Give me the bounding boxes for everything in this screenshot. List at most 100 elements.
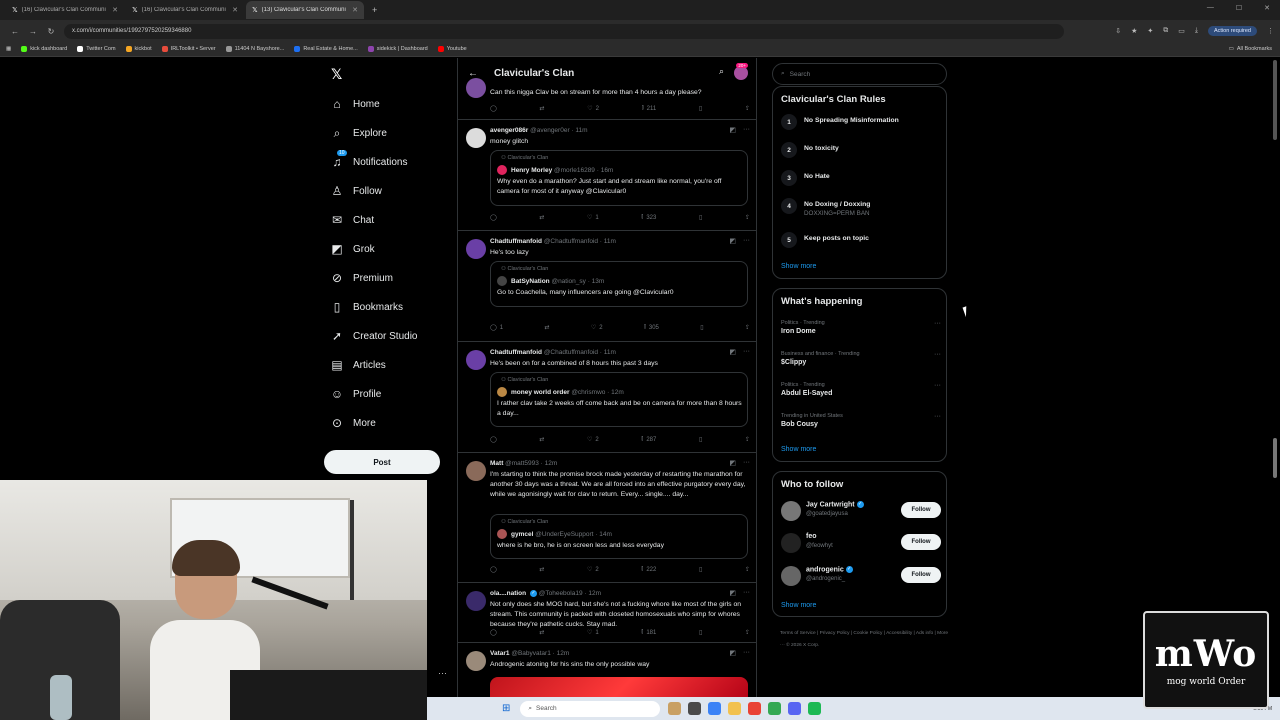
bookmark-item[interactable]: Youtube <box>437 46 467 52</box>
show-more-link[interactable]: Show more <box>781 263 816 270</box>
bookmark-item[interactable]: sidekick | Dashboard <box>367 46 428 52</box>
views-button[interactable]: ⫾ 305 <box>644 324 659 331</box>
x-logo-icon[interactable]: 𝕏 <box>331 66 342 83</box>
show-more-link[interactable]: Show more <box>781 446 816 453</box>
avatar[interactable] <box>781 566 801 586</box>
more-options-icon[interactable]: ··· <box>934 413 941 420</box>
footer-links[interactable]: Terms of Service | Privacy Policy | Cook… <box>780 628 950 652</box>
grok-icon[interactable]: ◩ <box>729 126 736 134</box>
more-options-icon[interactable]: ··· <box>438 668 447 678</box>
follow-suggestion[interactable]: Jay Cartwright ✓ @goatedjayusa Follow <box>781 499 941 523</box>
browser-tab[interactable]: 𝕏 (16) Clavicular's Clan Communi ✕ <box>126 1 244 19</box>
post-button[interactable]: Post <box>324 450 440 474</box>
install-icon[interactable]: ⇩ <box>1115 27 1121 35</box>
more-options-icon[interactable]: ··· <box>934 382 941 389</box>
repost-button[interactable]: ⇄ <box>539 566 544 573</box>
nav-explore[interactable]: ⌕ Explore <box>330 122 387 144</box>
like-button[interactable]: ♡ 1 <box>587 214 599 222</box>
like-button[interactable]: ♡ 2 <box>587 566 599 574</box>
browser-tab[interactable]: 𝕏 (16) Clavicular's Clan Communi ✕ <box>6 1 124 19</box>
windows-start-icon[interactable]: ⊞ <box>502 703 510 714</box>
url-input[interactable]: x.com/i/communities/1992797520259346880 <box>64 23 1064 39</box>
nav-bookmarks[interactable]: ▯ Bookmarks <box>330 296 403 318</box>
tweet-media-image[interactable] <box>490 677 748 698</box>
like-button[interactable]: ♡ 2 <box>587 436 599 444</box>
tweet[interactable]: avenger086r @avenger0er · 11m ◩ ··· mone… <box>458 120 756 231</box>
download-icon[interactable]: ⤓ <box>1195 27 1198 35</box>
share-button[interactable]: ⇪ <box>745 566 750 573</box>
repost-button[interactable]: ⇄ <box>539 629 544 636</box>
bookmark-item[interactable]: IRLToolkit • Server <box>161 46 216 52</box>
discord-icon[interactable] <box>788 702 802 715</box>
share-button[interactable]: ⇪ <box>745 105 750 112</box>
bookmark-button[interactable]: ▯ <box>699 629 702 636</box>
bookmark-item[interactable]: kickbot <box>125 46 152 52</box>
more-options-icon[interactable]: ··· <box>743 589 750 596</box>
star-icon[interactable]: ★ <box>1131 27 1137 35</box>
more-options-icon[interactable]: ··· <box>743 649 750 656</box>
show-more-link[interactable]: Show more <box>781 602 816 609</box>
views-button[interactable]: ⫾ 211 <box>642 105 657 112</box>
views-button[interactable]: ⫾ 287 <box>641 436 656 443</box>
bookmark-item[interactable]: Twitter Com <box>77 46 116 52</box>
nav-home[interactable]: ⌂ Home <box>330 93 379 115</box>
quote-tweet[interactable]: ⚇ Clavicular's Clan money world order @c… <box>490 372 748 427</box>
search-input[interactable]: ⌕ Search <box>772 63 947 85</box>
folder-icon[interactable] <box>728 702 742 715</box>
more-options-icon[interactable]: ··· <box>934 351 941 358</box>
quote-tweet[interactable]: ⚇ Clavicular's Clan BatSyNation @nation_… <box>490 261 748 307</box>
bookmark-button[interactable]: ▯ <box>699 214 702 221</box>
like-button[interactable]: ♡ 2 <box>587 105 599 113</box>
back-arrow-icon[interactable]: ← <box>468 68 478 79</box>
bookmark-item[interactable]: kick dashboard <box>21 46 67 52</box>
action-required-button[interactable]: Action required <box>1208 26 1257 36</box>
repost-button[interactable]: ⇄ <box>539 105 544 112</box>
forward-icon[interactable]: → <box>24 27 42 36</box>
views-button[interactable]: ⫾ 181 <box>641 629 656 636</box>
views-button[interactable]: ⫾ 222 <box>641 566 656 573</box>
avatar[interactable] <box>466 591 486 611</box>
share-button[interactable]: ⇪ <box>745 214 750 221</box>
taskbar-search-input[interactable]: ⌕ Search <box>520 700 661 717</box>
trend-item[interactable]: Politics · Trending Abdul El-Sayed ··· <box>781 382 941 397</box>
reply-button[interactable]: ◯ <box>490 105 497 112</box>
grok-icon[interactable]: ◩ <box>729 459 736 467</box>
grok-icon[interactable]: ◩ <box>729 589 736 597</box>
nav-follow[interactable]: ♙ Follow <box>330 180 382 202</box>
author-name[interactable]: Matt <box>490 460 503 467</box>
chrome-icon[interactable] <box>768 702 782 715</box>
reply-button[interactable]: ◯ <box>490 214 497 221</box>
more-options-icon[interactable]: ··· <box>743 126 750 133</box>
reply-button[interactable]: ◯ <box>490 566 497 573</box>
file-explorer-icon[interactable] <box>668 702 682 715</box>
close-icon[interactable]: ✕ <box>352 6 358 14</box>
grok-icon[interactable]: ◩ <box>729 348 736 356</box>
nav-chat[interactable]: ✉ Chat <box>330 209 374 231</box>
maximize-icon[interactable]: ☐ <box>1236 4 1242 12</box>
author-name[interactable]: Vatar1 <box>490 650 510 657</box>
follow-button[interactable]: Follow <box>901 567 941 583</box>
new-tab-icon[interactable]: + <box>372 5 377 15</box>
community-avatar[interactable] <box>734 66 748 80</box>
bookmark-button[interactable]: ▯ <box>699 436 702 443</box>
browser-tab-active[interactable]: 𝕏 (13) Clavicular's Clan Communi ✕ <box>246 1 364 19</box>
nav-creator-studio[interactable]: ➚ Creator Studio <box>330 325 418 347</box>
tweet[interactable]: Vatar1 @Babyvatar1 · 12m ◩ ··· Androgeni… <box>458 643 756 698</box>
minimize-icon[interactable]: — <box>1207 4 1214 12</box>
share-button[interactable]: ⇪ <box>745 436 750 443</box>
search-icon[interactable]: ⌕ <box>719 66 724 77</box>
tweet[interactable]: Chadtuffmanfoid @Chadtuffmanfoid · 11m ◩… <box>458 231 756 342</box>
close-window-icon[interactable]: ✕ <box>1264 4 1270 12</box>
share-button[interactable]: ⇪ <box>745 324 750 331</box>
close-icon[interactable]: ✕ <box>232 6 238 14</box>
scrollbar[interactable] <box>1273 60 1277 140</box>
more-options-icon[interactable]: ··· <box>743 348 750 355</box>
nav-notifications[interactable]: ♫ 10 Notifications <box>330 150 407 173</box>
more-options-icon[interactable]: ··· <box>743 459 750 466</box>
bookmark-button[interactable]: ▯ <box>700 324 703 331</box>
app-icon[interactable] <box>748 702 762 715</box>
avatar[interactable] <box>781 501 801 521</box>
repost-button[interactable]: ⇄ <box>539 436 544 443</box>
follow-button[interactable]: Follow <box>901 534 941 550</box>
like-button[interactable]: ♡ 1 <box>587 629 599 637</box>
